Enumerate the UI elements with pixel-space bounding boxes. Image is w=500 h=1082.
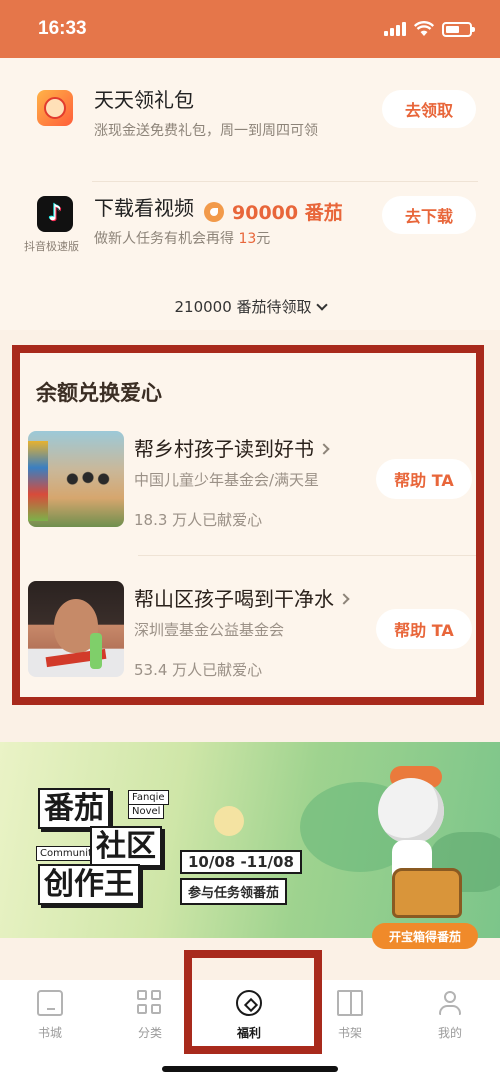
battery-icon [442,21,475,37]
tab-category[interactable]: 分类 [120,990,180,1046]
banner-date: 10/08 -11/08 [180,850,302,874]
reward-amount: 90000 番茄 [232,201,343,224]
home-indicator [162,1066,338,1072]
bookstore-icon [37,990,63,1016]
tab-welfare[interactable]: 福利 [219,990,279,1046]
banner-title-line1: 番茄 [38,788,110,829]
task-title: 下载看视频 90000 番茄 [94,192,343,225]
category-grid-icon [137,990,163,1016]
tiktok-icon: ♪ [37,196,73,232]
tab-bookstore[interactable]: 书城 [20,990,80,1046]
bookshelf-icon [337,990,363,1016]
charity-thumbnail [28,431,124,527]
desc-prefix: 做新人任务有机会再得 [94,231,234,247]
gift-app-icon [37,90,73,126]
task-row-gift: 天天领礼包 涨现金送免费礼包，周一到周四可领 去领取 [0,78,500,188]
charity-name: 帮山区孩子喝到干净水 [134,583,350,612]
charity-count: 53.4 万人已献爱心 [134,661,263,679]
reward: 90000 番茄 [204,198,343,225]
charity-org: 深圳壹基金公益基金会 [134,621,285,639]
charity-org: 中国儿童少年基金会/满天星 [134,471,320,489]
divider [92,181,478,182]
status-time: 16:33 [38,18,87,39]
section-title: 余额兑换爱心 [36,381,162,405]
task-title-text: 下载看视频 [94,196,194,220]
charity-item-books[interactable]: 帮乡村孩子读到好书 中国儿童少年基金会/满天星 18.3 万人已献爱心 帮助 T… [20,431,476,541]
charity-thumbnail [28,581,124,677]
task-row-download: ♪ 抖音极速版 下载看视频 90000 番茄 做新人任务有机会再得 13元 去下载 [0,186,500,296]
tab-label: 书架 [337,1026,362,1040]
promo-banner[interactable]: 番茄 Fanqie Novel Community 社区 创作王 10/08 -… [0,742,500,938]
expand-more-button[interactable]: 210000 番茄待领取 [0,296,500,317]
app-caption: 抖音极速版 [24,240,79,253]
tomato-coin-icon [204,202,224,222]
help-button[interactable]: 帮助 TA [376,609,472,649]
status-bar: 16:33 [0,0,500,58]
download-button[interactable]: 去下载 [382,196,476,234]
tab-label: 书城 [37,1026,62,1040]
chevron-right-icon [338,593,350,605]
welfare-icon [236,990,262,1016]
claim-gift-button[interactable]: 去领取 [382,90,476,128]
banner-title-line3: 创作王 [38,864,140,905]
charity-count: 18.3 万人已献爱心 [134,511,263,529]
moon-decoration [214,806,244,836]
status-icons [384,20,475,38]
banner-title-line2: 社区 [90,826,162,867]
tab-label: 我的 [437,1026,462,1040]
task-desc: 涨现金送免费礼包，周一到周四可领 [94,123,318,139]
desc-suffix: 元 [256,231,271,247]
banner-en-2: Novel [128,804,165,819]
help-button[interactable]: 帮助 TA [376,459,472,499]
charity-name-text: 帮山区孩子喝到干净水 [134,587,334,611]
expand-more-label: 210000 番茄待领取 [174,298,312,316]
profile-icon [437,990,463,1016]
open-chest-button[interactable]: 开宝箱得番茄 [372,923,478,949]
chevron-right-icon [318,443,330,455]
cellular-signal-icon [384,22,406,36]
tab-profile[interactable]: 我的 [420,990,480,1046]
charity-name: 帮乡村孩子读到好书 [134,433,330,462]
treasure-chest-icon [392,868,462,918]
chevron-down-icon [315,299,328,311]
desc-amount: 13 [238,231,257,247]
charity-item-water[interactable]: 帮山区孩子喝到干净水 深圳壹基金公益基金会 53.4 万人已献爱心 帮助 TA [20,581,476,691]
banner-task: 参与任务领番茄 [180,878,288,905]
charity-name-text: 帮乡村孩子读到好书 [134,437,314,461]
task-card: 天天领礼包 涨现金送免费礼包，周一到周四可领 去领取 ♪ 抖音极速版 下载看视频… [0,58,500,330]
task-desc: 做新人任务有机会再得 13元 [94,228,270,248]
tab-label: 福利 [236,1026,261,1040]
banner-en-1: Fanqie [128,790,169,805]
charity-section: 余额兑换爱心 帮乡村孩子读到好书 中国儿童少年基金会/满天星 18.3 万人已献… [12,345,484,705]
task-title: 天天领礼包 [94,88,194,112]
tab-label: 分类 [137,1026,162,1040]
wifi-icon [414,21,434,36]
tab-bookshelf[interactable]: 书架 [320,990,380,1046]
divider [138,555,476,556]
